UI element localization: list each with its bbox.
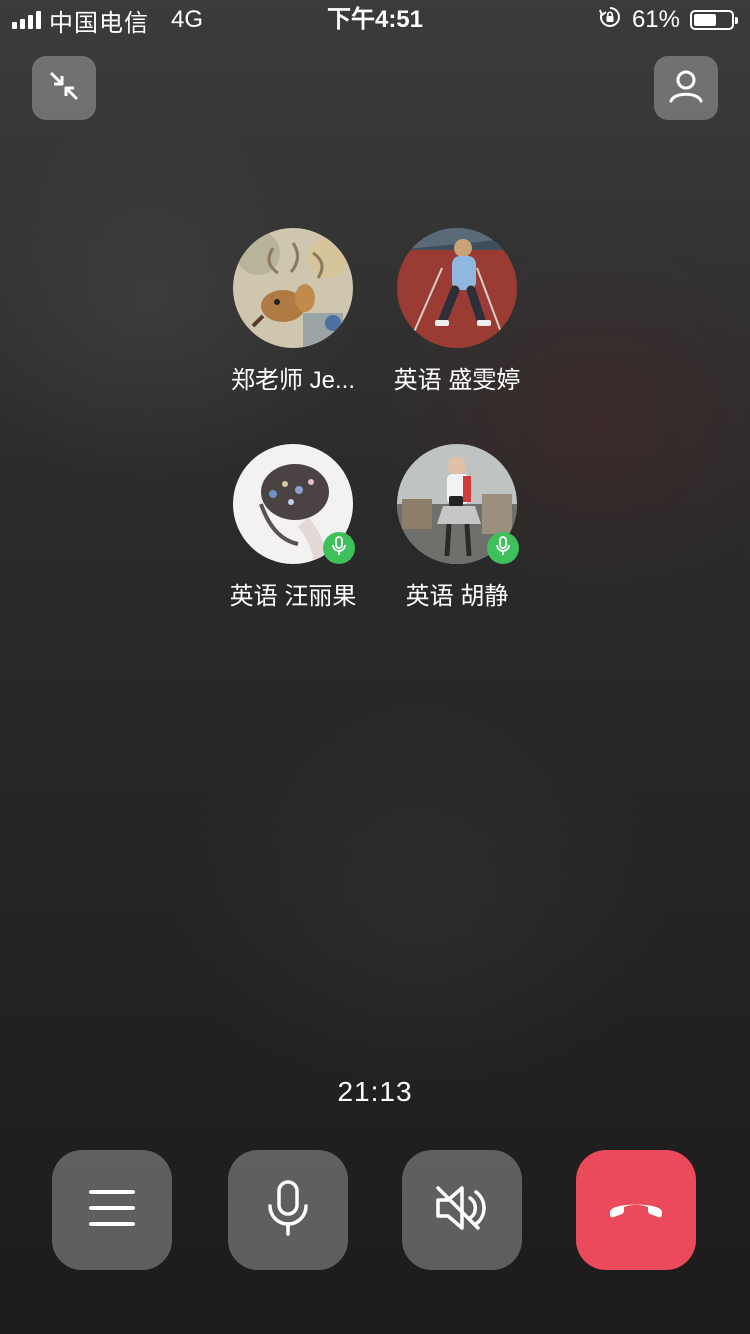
phone-hangup-icon (606, 1196, 666, 1225)
speaker-mute-icon (434, 1184, 490, 1237)
menu-icon (89, 1188, 135, 1233)
avatar (397, 228, 517, 348)
deer-painting-avatar (233, 228, 353, 348)
speaker-muted-button[interactable] (402, 1150, 522, 1270)
minimize-button[interactable] (32, 56, 96, 120)
minimize-arrows-icon (47, 69, 81, 108)
menu-button[interactable] (52, 1150, 172, 1270)
child-on-track-avatar (397, 228, 517, 348)
microphone-icon (494, 535, 512, 561)
battery-percent: 61% (631, 6, 680, 33)
rotation-lock-icon (598, 5, 622, 36)
participant-name: 英语 汪丽果 (229, 583, 357, 610)
person-icon (668, 68, 704, 109)
participant-name: 英语 盛雯婷 (393, 367, 521, 394)
status-bar: 中国电信 4G 下午4:51 61% (0, 0, 750, 40)
avatar (233, 444, 355, 564)
participant-name: 郑老师 Je... (230, 367, 356, 394)
speaking-indicator (487, 532, 519, 564)
call-duration: 21:13 (337, 1076, 413, 1107)
microphone-button[interactable] (228, 1150, 348, 1270)
participant-tile[interactable]: 郑老师 Je... (203, 228, 383, 395)
participant-tile[interactable]: 英语 盛雯婷 (367, 228, 547, 395)
battery-level (694, 14, 716, 26)
participant-tile[interactable]: 英语 胡静 (367, 444, 547, 611)
participant-tile[interactable]: 英语 汪丽果 (203, 444, 383, 611)
battery-icon (690, 10, 738, 30)
hang-up-button[interactable] (576, 1150, 696, 1270)
add-member-button[interactable] (654, 56, 718, 120)
speaking-indicator (323, 532, 355, 564)
avatar (233, 228, 353, 348)
participant-name: 英语 胡静 (405, 583, 509, 610)
microphone-icon (330, 535, 348, 561)
microphone-icon (266, 1179, 310, 1241)
avatar (397, 444, 519, 564)
